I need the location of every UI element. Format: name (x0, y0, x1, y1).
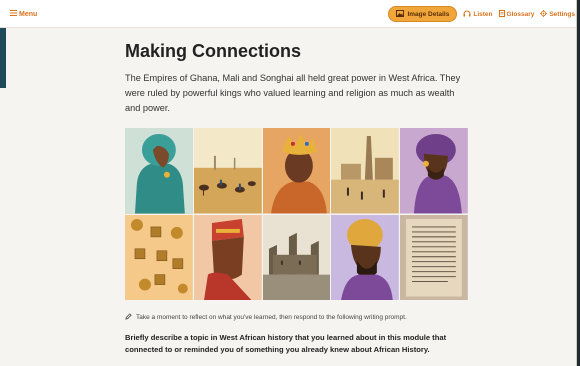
image-details-label: Image Details (407, 10, 450, 18)
illustration-collage (125, 128, 468, 300)
settings-label: Settings (549, 10, 575, 18)
toolbar-actions: Image Details Listen Glossary Settings (388, 6, 575, 22)
collage-tile-gold-weights (125, 214, 193, 300)
collage-tile-teal-figure (125, 128, 193, 214)
glossary-icon (498, 9, 505, 19)
main-content: Making Connections The Empires of Ghana,… (125, 40, 469, 116)
collage-tile-purple-turban (400, 128, 468, 214)
glossary-label: Glossary (506, 10, 535, 18)
page-title: Making Connections (125, 41, 302, 61)
app-window: Menu Image Details Listen Glossary Setti… (0, 0, 577, 366)
collage-tile-manuscript (400, 214, 468, 300)
pencil-icon (125, 313, 132, 322)
settings-button[interactable]: Settings (540, 9, 575, 19)
headphones-icon (463, 10, 471, 19)
collage-tile-caravan (193, 128, 262, 214)
listen-button[interactable]: Listen (463, 10, 493, 19)
image-details-button[interactable]: Image Details (388, 6, 458, 22)
menu-button[interactable]: Menu (10, 10, 37, 18)
collage-tile-crowned-king (262, 128, 331, 214)
image-icon (396, 9, 405, 19)
intro-paragraph: The Empires of Ghana, Mali and Songhai a… (125, 73, 461, 113)
top-toolbar: Menu Image Details Listen Glossary Setti… (0, 0, 576, 28)
collage-tile-great-mosque (262, 214, 331, 300)
collage-tile-mosque-town (331, 128, 400, 214)
gear-icon (540, 9, 548, 19)
menu-label: Menu (19, 10, 38, 18)
left-edge-strip (0, 28, 6, 88)
collage-tile-gold-turban (331, 214, 400, 300)
menu-icon (10, 10, 17, 18)
instruction-text: Take a moment to reflect on what you've … (136, 314, 407, 321)
collage-tile-red-turban (193, 214, 262, 300)
reflection-instruction: Take a moment to reflect on what you've … (125, 313, 407, 322)
listen-label: Listen (473, 10, 493, 18)
writing-prompt: Briefly describe a topic in West African… (125, 333, 447, 354)
glossary-button[interactable]: Glossary (498, 9, 535, 19)
